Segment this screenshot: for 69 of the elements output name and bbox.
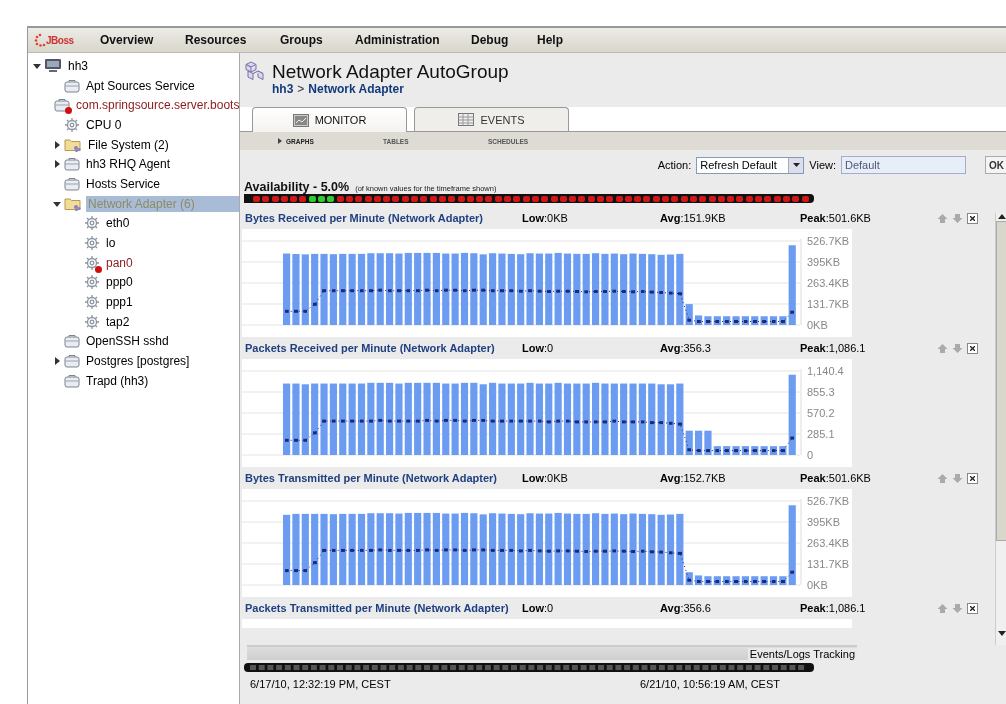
axis-tick-label: 0: [807, 449, 814, 461]
metric-title: Packets Transmitted per Minute (Network Adapter): [245, 602, 510, 614]
action-dropdown[interactable]: Refresh Default: [696, 156, 805, 174]
metric-low: Low:0: [522, 602, 555, 614]
nav-menu-item[interactable]: Groups: [280, 33, 355, 47]
tree-item[interactable]: hh3: [66, 57, 91, 74]
metric-low: Low:0: [522, 342, 555, 354]
tree-item[interactable]: File System (2): [86, 136, 171, 153]
tree-item[interactable]: CPU 0: [84, 116, 124, 133]
axis-tick-label: 1,140.4: [807, 365, 844, 377]
nav-menu-item[interactable]: Overview: [100, 33, 185, 47]
view-label: View:: [809, 159, 836, 171]
tab[interactable]: MONITOR: [252, 107, 407, 132]
nav-menu-item[interactable]: Debug: [471, 33, 537, 47]
metric-low: Low:0KB: [522, 212, 569, 224]
tree-item[interactable]: Apt Sources Service: [84, 77, 197, 94]
ok-button[interactable]: OK: [985, 156, 1006, 174]
tree-item[interactable]: Postgres [postgres]: [84, 353, 192, 370]
tree-item[interactable]: hh3 RHQ Agent: [84, 156, 173, 173]
axis-tick-label: 285.1: [807, 428, 835, 440]
axis-tick-label: 855.3: [807, 386, 835, 398]
nav-menu-item[interactable]: Help: [537, 33, 597, 47]
axis-tick-label: 570.2: [807, 407, 835, 419]
metric-average: Avg:151.9KB: [660, 212, 727, 224]
start-date: 6/17/10, 12:32:19 PM, CEST: [250, 678, 391, 690]
metric-average: Avg:152.7KB: [660, 472, 727, 484]
jboss-logo[interactable]: JBoss: [46, 34, 74, 46]
nav-menu-item[interactable]: Administration: [355, 33, 471, 47]
axis-tick-label: 0KB: [807, 319, 828, 331]
action-label: Action:: [657, 159, 692, 171]
metric-peak: Peak:1,086.1: [800, 602, 867, 614]
view-field[interactable]: Default: [841, 156, 966, 174]
end-date: 6/21/10, 10:56:19 AM, CEST: [639, 678, 780, 690]
metric-title: Packets Received per Minute (Network Adapter): [245, 342, 496, 354]
axis-tick-label: 131.7KB: [807, 558, 850, 570]
axis-tick-label: 395KB: [807, 256, 841, 268]
axis-tick-label: 263.4KB: [807, 537, 850, 549]
metric-average: Avg:356.6: [660, 602, 712, 614]
tree-item[interactable]: eth0: [104, 215, 132, 232]
tab[interactable]: EVENTS: [414, 107, 569, 131]
tree-item[interactable]: tap2: [104, 313, 132, 330]
breadcrumb-link[interactable]: hh3: [272, 82, 294, 96]
page-title: Network Adapter AutoGroup: [272, 61, 509, 82]
axis-tick-label: 395KB: [807, 516, 841, 528]
tree-item[interactable]: ppp0: [104, 274, 135, 291]
axis-tick-label: 526.7KB: [807, 235, 850, 247]
axis-tick-label: 526.7KB: [807, 495, 850, 507]
nav-menu-item[interactable]: Resources: [185, 33, 280, 47]
events-label: Events/Logs Tracking: [747, 648, 857, 660]
axis-tick-label: 263.4KB: [807, 277, 850, 289]
tree-item[interactable]: Trapd (hh3): [84, 372, 151, 389]
tree-item[interactable]: com.springsource.server.boots: [74, 97, 242, 114]
metric-low: Low:0KB: [522, 472, 569, 484]
metric-peak: Peak:1,086.1: [800, 342, 867, 354]
tree-item[interactable]: Hosts Service: [84, 175, 163, 192]
metric-peak: Peak:501.6KB: [800, 212, 872, 224]
breadcrumb-separator: >: [297, 82, 305, 96]
metric-peak: Peak:501.6KB: [800, 472, 872, 484]
axis-tick-label: 131.7KB: [807, 298, 850, 310]
availability-label: Availability - 5.0%: [244, 180, 350, 194]
tree-item[interactable]: lo: [104, 235, 118, 252]
metric-title: Bytes Transmitted per Minute (Network Adapter): [245, 472, 499, 484]
tree-item[interactable]: OpenSSH sshd: [84, 333, 171, 350]
breadcrumb-link[interactable]: Network Adapter: [308, 82, 404, 96]
metric-title: Bytes Received per Minute (Network Adapter): [245, 212, 484, 224]
tree-item[interactable]: ppp1: [104, 294, 135, 311]
metric-average: Avg:356.3: [660, 342, 712, 354]
axis-tick-label: 0KB: [807, 579, 828, 591]
tree-item[interactable]: pan0: [104, 254, 135, 271]
